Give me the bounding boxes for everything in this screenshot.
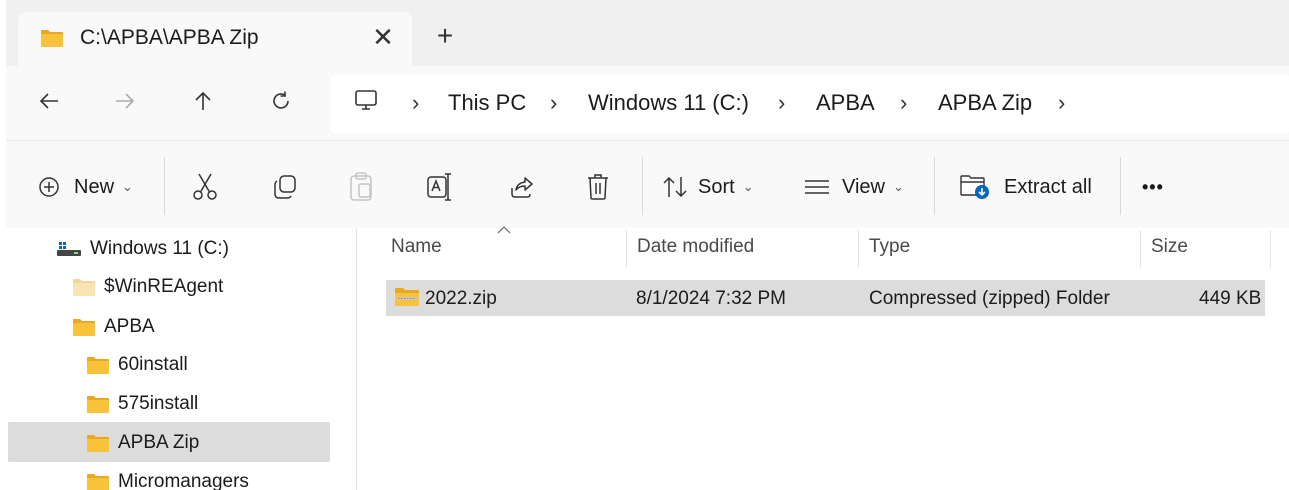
folder-icon — [72, 278, 96, 297]
plus-circle-icon — [38, 176, 60, 198]
file-type: Compressed (zipped) Folder — [869, 288, 1110, 309]
rename-button[interactable] — [426, 169, 454, 205]
tree-item-label: 575install — [118, 393, 199, 414]
breadcrumb-separator[interactable]: › — [900, 90, 907, 116]
file-date-modified: 8/1/2024 7:32 PM — [636, 288, 786, 309]
breadcrumb-this-pc[interactable]: This PC — [448, 90, 526, 116]
more-options-button[interactable]: ••• — [1142, 169, 1164, 205]
more-icon: ••• — [1142, 176, 1164, 197]
folder-icon — [86, 356, 110, 375]
breadcrumb-separator[interactable]: › — [778, 90, 785, 116]
extract-all-button[interactable]: Extract all — [960, 169, 1092, 205]
chevron-down-icon: ⌄ — [122, 179, 133, 194]
paste-button[interactable] — [348, 169, 374, 205]
new-tab-button[interactable]: + — [430, 22, 460, 52]
breadcrumb-apba[interactable]: APBA — [816, 90, 875, 116]
delete-button[interactable] — [586, 169, 610, 205]
trash-icon — [586, 173, 610, 201]
file-size: 449 KB — [1199, 288, 1262, 309]
close-tab-button[interactable]: ✕ — [370, 22, 396, 52]
tree-item-winreagent[interactable]: $WinREAgent — [72, 268, 223, 306]
refresh-icon — [270, 90, 292, 112]
column-divider[interactable] — [1140, 230, 1141, 268]
arrow-right-icon — [114, 90, 136, 112]
tree-item-label: 60install — [118, 354, 188, 375]
new-button[interactable]: New ⌄ — [38, 169, 133, 205]
sort-label: Sort — [698, 175, 735, 198]
tree-item-apba[interactable]: APBA — [72, 308, 155, 346]
tree-item-micromanagers[interactable]: Micromanagers — [86, 463, 249, 490]
file-list — [358, 228, 1289, 490]
clipboard-icon — [348, 172, 374, 202]
navigation-bar: › This PC › Windows 11 (C:) › APBA › APB… — [6, 66, 1289, 140]
toolbar-divider — [934, 157, 935, 215]
toolbar-divider — [1120, 157, 1121, 215]
breadcrumb-separator[interactable]: › — [550, 90, 557, 116]
folder-icon — [40, 29, 64, 48]
column-divider[interactable] — [626, 230, 627, 268]
folder-icon — [86, 434, 110, 453]
tree-item-windows-c[interactable]: Windows 11 (C:) — [56, 230, 229, 268]
tree-item-label: Micromanagers — [118, 471, 249, 490]
zip-folder-icon — [394, 286, 420, 308]
column-header-type[interactable]: Type — [869, 236, 910, 264]
back-button[interactable] — [32, 84, 66, 118]
refresh-button[interactable] — [264, 84, 298, 118]
chevron-down-icon: ⌄ — [742, 179, 754, 194]
arrow-left-icon — [38, 90, 60, 112]
monitor-icon[interactable] — [354, 88, 378, 112]
tab-current-folder[interactable]: C:\APBA\APBA Zip ✕ — [18, 12, 412, 66]
tab-strip: C:\APBA\APBA Zip ✕ + — [6, 0, 1289, 66]
sort-arrows-icon — [662, 175, 688, 199]
tree-item-60install[interactable]: 60install — [86, 346, 188, 384]
sort-ascending-icon — [497, 226, 511, 234]
scissors-icon — [192, 172, 218, 202]
list-view-icon — [804, 177, 830, 197]
new-label: New — [74, 175, 115, 198]
breadcrumb-separator[interactable]: › — [1058, 90, 1065, 116]
sort-button[interactable]: Sort ⌄ — [662, 169, 754, 205]
up-button[interactable] — [186, 84, 220, 118]
breadcrumb-separator[interactable]: › — [412, 90, 419, 116]
folder-icon — [72, 318, 96, 337]
column-header-size[interactable]: Size — [1151, 236, 1188, 264]
extract-folder-icon — [960, 174, 990, 200]
table-row[interactable] — [386, 280, 1265, 316]
toolbar-divider — [642, 157, 643, 215]
tab-title: C:\APBA\APBA Zip — [80, 26, 259, 49]
chevron-down-icon: ⌄ — [893, 179, 904, 194]
column-header-date-modified[interactable]: Date modified — [637, 236, 754, 264]
command-bar: New ⌄ Sort ⌄ View ⌄ Extract all ••• — [6, 140, 1289, 228]
breadcrumb-windows-c[interactable]: Windows 11 (C:) — [588, 90, 749, 116]
column-divider[interactable] — [1270, 230, 1271, 268]
share-icon — [508, 174, 534, 200]
view-label: View — [842, 175, 885, 198]
rename-icon — [426, 172, 454, 202]
tree-item-575install[interactable]: 575install — [86, 385, 198, 423]
file-name[interactable]: 2022.zip — [425, 288, 497, 310]
share-button[interactable] — [508, 169, 534, 205]
tree-item-label: APBA — [104, 316, 155, 337]
copy-button[interactable] — [272, 169, 298, 205]
breadcrumb-apba-zip[interactable]: APBA Zip — [938, 90, 1032, 116]
tree-item-label: Windows 11 (C:) — [90, 238, 230, 259]
column-header-name[interactable]: Name — [391, 236, 442, 264]
folder-icon — [86, 473, 110, 490]
drive-icon — [56, 239, 82, 259]
folder-icon — [86, 395, 110, 414]
tree-item-label: APBA Zip — [118, 432, 200, 453]
tree-item-label: $WinREAgent — [104, 276, 224, 297]
address-bar[interactable]: › This PC › Windows 11 (C:) › APBA › APB… — [330, 74, 1289, 134]
column-divider[interactable] — [858, 230, 859, 268]
toolbar-divider — [164, 157, 165, 215]
copy-icon — [272, 174, 298, 200]
arrow-up-icon — [192, 90, 214, 112]
cut-button[interactable] — [192, 169, 218, 205]
pane-divider[interactable] — [356, 228, 357, 490]
extract-all-label: Extract all — [1004, 175, 1092, 198]
forward-button[interactable] — [108, 84, 142, 118]
view-button[interactable]: View ⌄ — [804, 169, 904, 205]
tree-item-apba-zip[interactable]: APBA Zip — [86, 424, 199, 462]
